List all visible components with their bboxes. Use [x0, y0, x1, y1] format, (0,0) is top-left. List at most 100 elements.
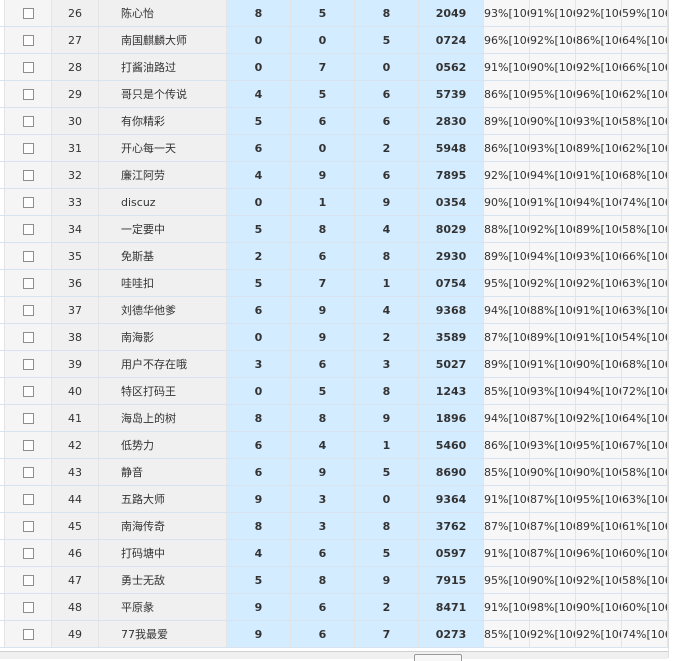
percent-cell-4: 74%[106]: [621, 620, 668, 648]
percent-cell-3: 90%[106]: [575, 593, 622, 621]
digit-1: 0: [226, 323, 291, 351]
user-name: 77我最爱: [98, 620, 227, 648]
digit-3: 1: [354, 269, 419, 297]
table-row: 36哇哇扣571075495%[106]92%[106]92%[106]63%[…: [0, 269, 673, 297]
row-checkbox[interactable]: [22, 35, 34, 46]
digit-2: 8: [290, 404, 355, 432]
row-number: 46: [51, 539, 99, 567]
percent-cell-1: 89%[106]: [483, 107, 530, 135]
row-number: 31: [51, 134, 99, 162]
results-table: 26陈心怡858204993%[106]91%[106]92%[106]59%[…: [0, 0, 673, 648]
digit-3: 5: [354, 539, 419, 567]
table-row: 43静音695869085%[106]90%[106]90%[106]58%[1…: [0, 458, 673, 486]
percent-cell-2: 87%[106]: [529, 512, 576, 540]
code-number: 1896: [418, 404, 484, 432]
digit-1: 4: [226, 539, 291, 567]
digit-1: 5: [226, 107, 291, 135]
percent-cell-4: 64%[106]: [621, 404, 668, 432]
percent-cell-4: 63%[106]: [621, 296, 668, 324]
table-row: 31开心每一天602594886%[106]93%[106]89%[106]62…: [0, 134, 673, 162]
digit-2: 5: [290, 377, 355, 405]
percent-cell-3: 90%[106]: [575, 458, 622, 486]
row-checkbox[interactable]: [22, 332, 34, 343]
percent-cell-2: 87%[106]: [529, 539, 576, 567]
percent-cell-4: 60%[106]: [621, 539, 668, 567]
user-name: 南海传奇: [98, 512, 227, 540]
percent-cell-3: 89%[106]: [575, 512, 622, 540]
percent-cell-3: 92%[106]: [575, 566, 622, 594]
percent-cell-1: 95%[106]: [483, 269, 530, 297]
row-checkbox[interactable]: [22, 116, 34, 127]
right-edge: [668, 0, 675, 658]
row-checkbox[interactable]: [22, 170, 34, 181]
row-checkbox[interactable]: [22, 575, 34, 586]
row-select-cell: [4, 269, 52, 297]
row-select-cell: [4, 404, 52, 432]
row-select-cell: [4, 377, 52, 405]
digit-3: 0: [354, 53, 419, 81]
row-checkbox[interactable]: [22, 305, 34, 316]
row-number: 48: [51, 593, 99, 621]
percent-cell-1: 91%[106]: [483, 53, 530, 81]
percent-cell-4: 59%[106]: [621, 0, 668, 27]
percent-cell-2: 88%[106]: [529, 296, 576, 324]
user-name: 低势力: [98, 431, 227, 459]
row-number: 47: [51, 566, 99, 594]
percent-cell-1: 85%[106]: [483, 620, 530, 648]
row-select-cell: [4, 242, 52, 270]
user-name: 勇士无敌: [98, 566, 227, 594]
digit-2: 3: [290, 512, 355, 540]
row-checkbox[interactable]: [22, 224, 34, 235]
code-number: 5739: [418, 80, 484, 108]
percent-cell-2: 92%[106]: [529, 620, 576, 648]
percent-cell-2: 87%[106]: [529, 485, 576, 513]
code-number: 0273: [418, 620, 484, 648]
row-number: 43: [51, 458, 99, 486]
percent-cell-1: 90%[106]: [483, 188, 530, 216]
row-checkbox[interactable]: [22, 548, 34, 559]
user-name: 刘德华他爹: [98, 296, 227, 324]
percent-cell-2: 95%[106]: [529, 80, 576, 108]
row-select-cell: [4, 593, 52, 621]
percent-cell-3: 95%[106]: [575, 431, 622, 459]
row-checkbox[interactable]: [22, 251, 34, 262]
row-checkbox[interactable]: [22, 8, 34, 19]
code-number: 0562: [418, 53, 484, 81]
percent-cell-3: 96%[106]: [575, 80, 622, 108]
digit-3: 9: [354, 404, 419, 432]
percent-cell-3: 91%[106]: [575, 161, 622, 189]
row-checkbox[interactable]: [22, 440, 34, 451]
row-checkbox[interactable]: [22, 62, 34, 73]
row-checkbox[interactable]: [22, 521, 34, 532]
row-select-cell: [4, 620, 52, 648]
percent-cell-1: 89%[106]: [483, 350, 530, 378]
row-number: 42: [51, 431, 99, 459]
digit-2: 6: [290, 107, 355, 135]
table-row: 48平原彖962847191%[106]98%[106]90%[106]60%[…: [0, 593, 673, 621]
code-number: 0754: [418, 269, 484, 297]
row-select-cell: [4, 161, 52, 189]
digit-3: 6: [354, 161, 419, 189]
row-checkbox[interactable]: [22, 359, 34, 370]
row-checkbox[interactable]: [22, 413, 34, 424]
row-checkbox[interactable]: [22, 386, 34, 397]
row-checkbox[interactable]: [22, 278, 34, 289]
percent-cell-1: 88%[106]: [483, 215, 530, 243]
row-checkbox[interactable]: [22, 89, 34, 100]
digit-1: 6: [226, 458, 291, 486]
percent-cell-3: 86%[106]: [575, 26, 622, 54]
digit-2: 9: [290, 296, 355, 324]
user-name: 用户不存在哦: [98, 350, 227, 378]
row-checkbox[interactable]: [22, 197, 34, 208]
row-checkbox[interactable]: [22, 143, 34, 154]
row-checkbox[interactable]: [22, 494, 34, 505]
row-number: 33: [51, 188, 99, 216]
row-checkbox[interactable]: [22, 467, 34, 478]
row-select-cell: [4, 431, 52, 459]
percent-cell-1: 91%[106]: [483, 593, 530, 621]
code-number: 5027: [418, 350, 484, 378]
user-name: 开心每一天: [98, 134, 227, 162]
user-name: 特区打码王: [98, 377, 227, 405]
row-checkbox[interactable]: [22, 602, 34, 613]
row-checkbox[interactable]: [22, 629, 34, 640]
